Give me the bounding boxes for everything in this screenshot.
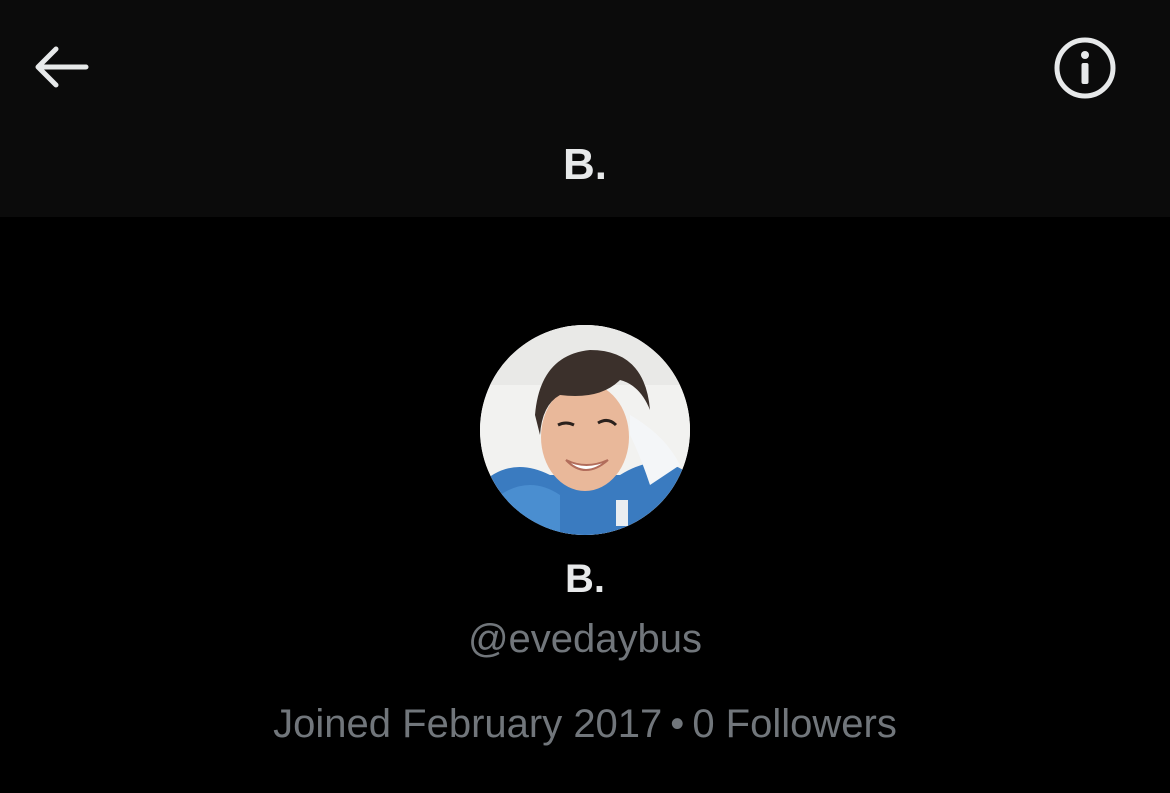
profile-section: B. @evedaybus Joined February 2017 • 0 Fol… (0, 217, 1170, 793)
top-bar: B. (0, 0, 1170, 217)
joined-date: Joined February 2017 (273, 702, 663, 746)
header-title: B. (563, 140, 607, 189)
info-circle-icon (1054, 37, 1116, 99)
followers-count[interactable]: 0 Followers (692, 702, 897, 746)
arrow-left-icon (35, 46, 89, 88)
display-name: B. (565, 557, 605, 601)
meta-separator: • (670, 702, 685, 746)
back-button[interactable] (22, 30, 100, 104)
user-handle: @evedaybus (467, 617, 703, 661)
avatar[interactable] (480, 325, 690, 535)
profile-meta: Joined February 2017 • 0 Followers (0, 698, 1170, 750)
info-button[interactable] (1046, 30, 1124, 106)
